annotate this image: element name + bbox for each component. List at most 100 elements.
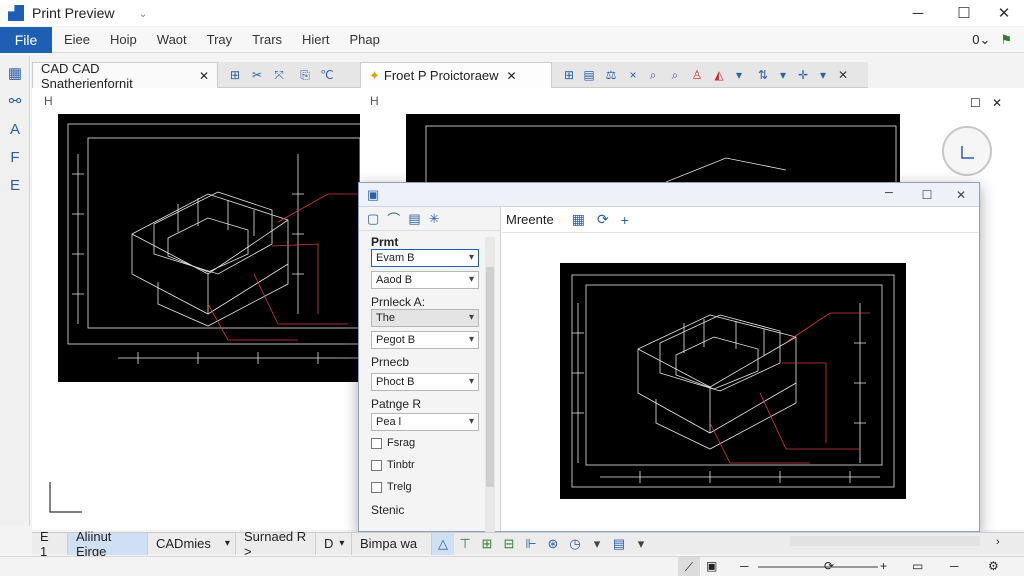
dialog-restore-button[interactable]: ☐ [917,186,937,204]
dialog-settings-panel: ▢ ⌒ ▤ ✳ Prmt Evam B ▾ Aaod B ▾ Prnleck A: … [359,207,501,537]
dialog-close-button[interactable]: ✕ [951,186,971,204]
zoom-slider[interactable] [758,566,878,568]
text-tool-icon[interactable]: ⊤ [454,533,476,555]
layout-icon[interactable]: ▣ [706,559,717,573]
layout-icon[interactable]: ▤ [608,533,630,555]
folder-icon[interactable]: ▤ [408,211,420,227]
move-icon[interactable]: ⤧ [270,66,288,84]
status-cad-mode[interactable]: CADmies ▾ [148,532,236,555]
triangle-icon[interactable]: △ [432,532,454,555]
add-icon[interactable]: + [621,212,629,228]
zoom-out-icon[interactable]: ─ [740,559,749,573]
ortho-icon[interactable]: ⊩ [520,533,542,555]
tab-print-preview[interactable]: ✦ Froet P Proictoraew ✕ [360,62,552,88]
menu-item[interactable]: Tray [207,32,233,47]
printer-select[interactable]: Evam B ▾ [371,249,479,267]
measure-icon[interactable]: ⊟ [498,533,520,555]
plot-select[interactable]: Phoct B ▾ [371,373,479,391]
pane-marker: H [370,94,379,108]
option-checkbox[interactable]: Fsrag [371,437,415,449]
account-menu[interactable]: 0⌄ [972,32,990,48]
polar-icon[interactable]: ⊛ [542,533,564,555]
dropdown-icon[interactable]: ▾ [586,533,608,555]
cad-drawing-right[interactable] [406,114,900,182]
status-bump[interactable]: Bimpa wa [352,532,432,555]
minimize-button[interactable]: ─ [900,0,936,26]
zoom-in-icon[interactable]: ⌕ [644,66,662,84]
scissors-icon[interactable]: ✂ [248,66,266,84]
sparkle-icon[interactable]: ✳ [429,211,440,227]
e-icon[interactable]: E [4,174,26,196]
print-preview-canvas[interactable] [560,263,906,499]
zoom-out-icon[interactable]: ⌕ [666,66,684,84]
grid-icon[interactable]: ▦ [572,211,585,228]
window-icon[interactable]: ▭ [912,559,923,573]
pane-close-button[interactable]: ✕ [992,96,1002,110]
f-icon[interactable]: F [4,146,26,168]
copy-icon[interactable]: ⎘ [296,66,314,84]
scale-icon[interactable]: ⚖ [602,66,620,84]
layout-icon[interactable]: ⊞ [226,66,244,84]
dropdown-icon[interactable]: ▾ [730,66,748,84]
tab-cad-document[interactable]: CAD CAD Snatherienfornit ✕ [32,60,218,91]
pin-icon[interactable]: ♙ [688,66,706,84]
project-select[interactable]: The ▾ [371,309,479,327]
option-checkbox[interactable]: Tinbtr [371,459,415,471]
text-icon[interactable]: ℃ [318,66,336,84]
grid-icon[interactable]: ▦ [4,62,26,84]
sort-icon[interactable]: ⇅ [754,66,772,84]
status-surface[interactable]: Surnaed R > [236,529,316,559]
menu-item[interactable]: Eiee [64,32,90,47]
pane-restore-button[interactable]: ☐ [970,96,981,110]
pen-icon[interactable]: ⟋ [678,557,700,576]
menu-item[interactable]: Waot [157,32,187,47]
grid-view-icon[interactable]: ⊞ [560,66,578,84]
cross-icon[interactable]: × [624,66,642,84]
curve-icon[interactable]: ⌒ [387,209,400,228]
grid-snap-icon[interactable]: ⊞ [476,533,498,555]
link-icon[interactable]: ⚯ [4,90,26,112]
status-page[interactable]: E 1 [32,529,68,559]
status-d[interactable]: D ▾ [316,532,352,555]
printer-option-select[interactable]: Aaod B ▾ [371,271,479,289]
horizontal-scrollbar[interactable] [790,536,980,546]
menu-item[interactable]: Hoip [110,32,137,47]
close-button[interactable]: ✕ [986,0,1022,26]
menu-item[interactable]: Hiert [302,32,329,47]
dialog-minimize-icon[interactable]: ─ [885,187,893,199]
quick-access-chevron-icon[interactable]: ⌄ [138,7,147,20]
tab-close-icon[interactable]: ✕ [507,69,517,83]
refresh-icon[interactable]: ⟳ [824,559,834,573]
option-checkbox[interactable]: Trelg [371,481,412,493]
dropdown-icon[interactable]: ▾ [630,533,652,555]
scroll-right-icon[interactable]: › [996,536,1000,548]
menu-right-tools: 0⌄ ⚑ [972,32,1012,48]
minimize-icon[interactable]: ─ [950,559,959,573]
view-cube-icon[interactable] [942,126,992,176]
settings-icon[interactable]: ⚙ [988,559,999,573]
table-icon[interactable]: ▤ [580,66,598,84]
menu-file[interactable]: File [0,26,52,53]
refresh-icon[interactable]: ⟳ [597,211,609,228]
status-layout-tab[interactable]: Aliinut Eirge [68,529,148,559]
menu-item[interactable]: Trars [252,32,282,47]
marker-icon[interactable]: ◭ [710,66,728,84]
menu-item[interactable]: Phap [349,32,379,47]
section-label: Patnge R [371,397,422,411]
settings-scrollbar[interactable] [485,237,495,537]
page-select[interactable]: Pegot B ▾ [371,331,479,349]
maximize-button[interactable]: ☐ [946,0,982,26]
dropdown-icon[interactable]: ▾ [814,66,832,84]
triangle-icon[interactable]: A [4,118,26,140]
cad-drawing-left[interactable] [58,114,360,382]
close-panel-icon[interactable]: ✕ [834,66,852,84]
tab-close-icon[interactable]: ✕ [199,69,209,83]
chat-icon[interactable]: ◷ [564,533,586,555]
tab-label: CAD CAD Snatherienfornit [41,60,133,91]
add-icon[interactable]: ✛ [794,66,812,84]
flag-icon[interactable]: ⚑ [1000,32,1012,48]
range-select[interactable]: Pea l ▾ [371,413,479,431]
dropdown-icon[interactable]: ▾ [774,66,792,84]
page-icon[interactable]: ▢ [367,211,379,227]
zoom-in-icon[interactable]: + [880,559,887,573]
